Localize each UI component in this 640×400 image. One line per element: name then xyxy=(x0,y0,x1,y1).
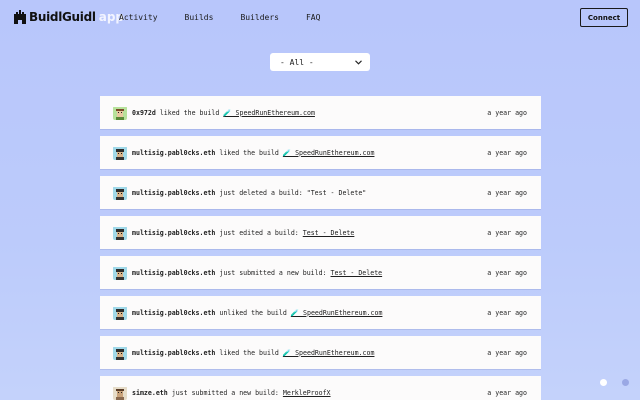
activity-row: 0x972d liked the build 🧪 SpeedRunEthereu… xyxy=(100,96,541,129)
pagination-dots xyxy=(600,379,629,386)
activity-message: multisig.pabl0cks.eth unliked the build … xyxy=(132,309,487,317)
activity-user[interactable]: 0x972d xyxy=(132,109,156,117)
avatar[interactable] xyxy=(113,226,127,240)
activity-build-link[interactable]: 🧪 SpeedRunEthereum.com xyxy=(283,349,375,357)
nav-builds[interactable]: Builds xyxy=(185,13,214,22)
activity-timestamp: a year ago xyxy=(487,148,527,157)
activity-action: just edited a build: xyxy=(219,228,299,237)
activity-user[interactable]: multisig.pabl0cks.eth xyxy=(132,269,215,277)
connect-button[interactable]: Connect xyxy=(580,8,628,27)
top-nav: BuidlGuidl app Activity Builds Builders … xyxy=(0,0,640,36)
activity-user[interactable]: multisig.pabl0cks.eth xyxy=(132,189,215,197)
activity-build-link[interactable]: MerkleProofX xyxy=(283,389,331,397)
avatar[interactable] xyxy=(113,306,127,320)
activity-row: multisig.pabl0cks.eth just submitted a n… xyxy=(100,256,541,289)
activity-timestamp: a year ago xyxy=(487,348,527,357)
activity-action: liked the build xyxy=(159,108,220,117)
activity-build-link[interactable]: 🧪 SpeedRunEthereum.com xyxy=(283,149,375,157)
activity-action: just submitted a new build: xyxy=(171,388,279,397)
logo-text: BuidlGuidl xyxy=(29,10,96,24)
pagination-dot[interactable] xyxy=(622,379,629,386)
castle-icon xyxy=(14,10,26,24)
activity-message: simze.eth just submitted a new build: Me… xyxy=(132,389,487,397)
pagination-dot-active[interactable] xyxy=(600,379,607,386)
activity-message: multisig.pabl0cks.eth liked the build 🧪 … xyxy=(132,349,487,357)
activity-build-link[interactable]: 🧪 SpeedRunEthereum.com xyxy=(223,109,315,117)
logo[interactable]: BuidlGuidl app xyxy=(14,8,124,26)
activity-user[interactable]: multisig.pabl0cks.eth xyxy=(132,349,215,357)
avatar[interactable] xyxy=(113,346,127,360)
activity-row: multisig.pabl0cks.eth liked the build 🧪 … xyxy=(100,136,541,169)
activity-user[interactable]: multisig.pabl0cks.eth xyxy=(132,149,215,157)
activity-build-link[interactable]: 🧪 SpeedRunEthereum.com xyxy=(291,309,383,317)
activity-row: multisig.pabl0cks.eth just edited a buil… xyxy=(100,216,541,249)
activity-timestamp: a year ago xyxy=(487,388,527,397)
avatar[interactable] xyxy=(113,146,127,160)
activity-message: multisig.pabl0cks.eth liked the build 🧪 … xyxy=(132,149,487,157)
activity-action: liked the build xyxy=(219,348,279,357)
activity-message: 0x972d liked the build 🧪 SpeedRunEthereu… xyxy=(132,109,487,117)
activity-build-name: "Test - Delete" xyxy=(306,188,367,197)
activity-action: just deleted a build: xyxy=(219,188,303,197)
activity-action: liked the build xyxy=(219,148,279,157)
nav-links: Activity Builds Builders FAQ xyxy=(119,13,347,22)
nav-activity[interactable]: Activity xyxy=(119,13,158,22)
chevron-down-icon xyxy=(355,59,362,65)
activity-row: simze.eth just submitted a new build: Me… xyxy=(100,376,541,400)
activity-filter-select[interactable]: - All - xyxy=(270,53,370,71)
nav-builders[interactable]: Builders xyxy=(240,13,279,22)
activity-timestamp: a year ago xyxy=(487,108,527,117)
activity-action: unliked the build xyxy=(219,308,287,317)
activity-row: multisig.pabl0cks.eth just deleted a bui… xyxy=(100,176,541,209)
activity-user[interactable]: multisig.pabl0cks.eth xyxy=(132,229,215,237)
activity-timestamp: a year ago xyxy=(487,268,527,277)
avatar[interactable] xyxy=(113,186,127,200)
activity-timestamp: a year ago xyxy=(487,228,527,237)
activity-user[interactable]: simze.eth xyxy=(132,389,168,397)
avatar[interactable] xyxy=(113,266,127,280)
nav-faq[interactable]: FAQ xyxy=(306,13,320,22)
avatar[interactable] xyxy=(113,386,127,400)
activity-build-link[interactable]: Test - Delete xyxy=(331,269,383,277)
activity-timestamp: a year ago xyxy=(487,188,527,197)
activity-row: multisig.pabl0cks.eth liked the build 🧪 … xyxy=(100,336,541,369)
activity-timestamp: a year ago xyxy=(487,308,527,317)
activity-action: just submitted a new build: xyxy=(219,268,327,277)
filter-selected-value: - All - xyxy=(280,57,314,67)
avatar[interactable] xyxy=(113,106,127,120)
activity-feed: 0x972d liked the build 🧪 SpeedRunEthereu… xyxy=(100,96,541,400)
activity-build-link[interactable]: Test - Delete xyxy=(303,229,355,237)
activity-message: multisig.pabl0cks.eth just submitted a n… xyxy=(132,269,487,277)
activity-row: multisig.pabl0cks.eth unliked the build … xyxy=(100,296,541,329)
activity-message: multisig.pabl0cks.eth just deleted a bui… xyxy=(132,189,487,197)
activity-user[interactable]: multisig.pabl0cks.eth xyxy=(132,309,215,317)
activity-message: multisig.pabl0cks.eth just edited a buil… xyxy=(132,229,487,237)
